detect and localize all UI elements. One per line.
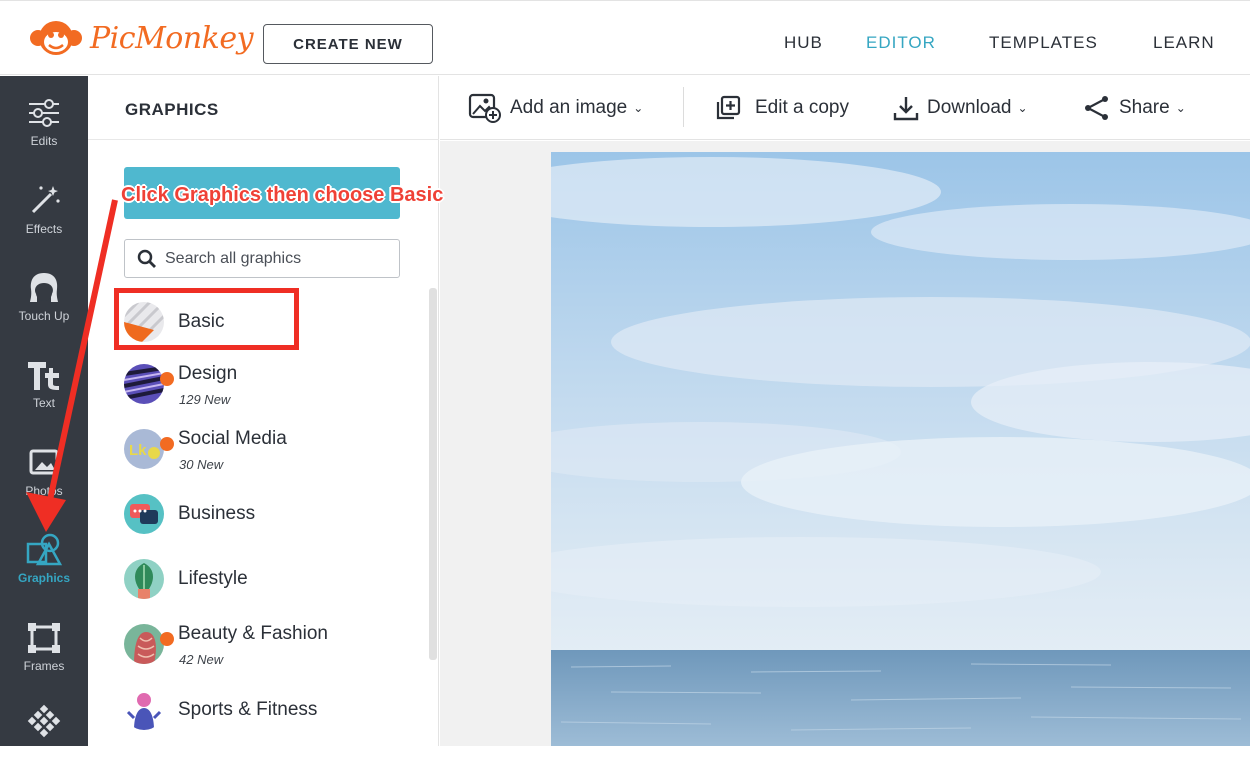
rail-item-photos[interactable]: Photos bbox=[0, 426, 88, 512]
frame-icon bbox=[27, 619, 61, 657]
nav-templates[interactable]: TEMPLATES bbox=[989, 33, 1098, 53]
rail-label: Touch Up bbox=[18, 309, 70, 323]
basic-shapes-thumbnail bbox=[124, 302, 164, 342]
category-name: Sports & Fitness bbox=[178, 699, 318, 720]
category-beauty-fashion[interactable]: Beauty & Fashion 42 New bbox=[124, 623, 414, 676]
add-image-label: Add an image bbox=[510, 97, 628, 118]
category-basic[interactable]: Basic bbox=[124, 302, 414, 354]
svg-text:Lk: Lk bbox=[129, 442, 147, 459]
text-icon bbox=[26, 356, 62, 394]
rail-item-touch-up[interactable]: Touch Up bbox=[0, 251, 88, 337]
rail-item-effects[interactable]: Effects bbox=[0, 164, 88, 250]
business-thumbnail bbox=[124, 494, 164, 534]
rail-label: Text bbox=[32, 396, 55, 410]
logo-text: PicMonkey bbox=[90, 20, 254, 56]
ocean-sky-photo[interactable] bbox=[481, 152, 1250, 746]
share-icon bbox=[1085, 96, 1108, 120]
chevron-down-icon: ⌄ bbox=[1017, 101, 1028, 115]
download-icon bbox=[893, 97, 919, 121]
download-button[interactable]: Download ⌄ bbox=[893, 93, 1028, 123]
rail-item-text[interactable]: Text bbox=[0, 338, 88, 424]
category-name: Social Media bbox=[178, 428, 287, 449]
category-social-media[interactable]: Lk Social Media 30 New bbox=[124, 428, 414, 481]
graphics-icon bbox=[25, 531, 63, 569]
category-business[interactable]: Business bbox=[124, 494, 414, 546]
nav-learn[interactable]: LEARN bbox=[1153, 33, 1215, 53]
chevron-down-icon: ⌄ bbox=[633, 101, 644, 115]
pattern-icon bbox=[27, 702, 61, 740]
beauty-fashion-thumbnail bbox=[124, 624, 164, 664]
lifestyle-thumbnail bbox=[124, 559, 164, 599]
sliders-icon bbox=[27, 94, 61, 132]
add-image-button[interactable]: Add an image ⌄ bbox=[468, 93, 643, 123]
edit-copy-label: Edit a copy bbox=[755, 97, 849, 118]
add-image-icon bbox=[468, 93, 501, 123]
graphics-panel: GRAPHICS Search all graphics Basic Desig… bbox=[88, 76, 439, 746]
edit-copy-icon bbox=[716, 95, 741, 120]
category-name: Design bbox=[178, 363, 238, 384]
search-icon bbox=[137, 249, 156, 268]
editor-toolbar: Add an image ⌄ Edit a copy Download ⌄ Sh… bbox=[440, 76, 1250, 140]
canvas-workspace bbox=[440, 141, 1250, 746]
category-name: Basic bbox=[178, 311, 225, 332]
nav-hub[interactable]: HUB bbox=[784, 33, 823, 53]
sports-fitness-thumbnail bbox=[124, 690, 164, 730]
magic-wand-icon bbox=[27, 182, 61, 220]
category-name: Business bbox=[178, 503, 256, 524]
rail-label: Frames bbox=[23, 659, 65, 673]
edit-copy-button[interactable]: Edit a copy bbox=[715, 93, 849, 123]
rail-label: Edits bbox=[30, 134, 58, 148]
category-name: Beauty & Fashion bbox=[178, 623, 328, 644]
create-new-button[interactable]: CREATE NEW bbox=[263, 24, 433, 64]
search-graphics-input[interactable]: Search all graphics bbox=[124, 239, 400, 278]
rail-label: Photos bbox=[25, 484, 63, 498]
new-indicator-dot bbox=[160, 372, 174, 386]
picmonkey-logo[interactable]: PicMonkey bbox=[28, 15, 254, 61]
panel-title: GRAPHICS bbox=[125, 100, 219, 119]
download-label: Download bbox=[927, 97, 1012, 118]
search-placeholder: Search all graphics bbox=[165, 249, 302, 267]
category-lifestyle[interactable]: Lifestyle bbox=[124, 559, 414, 611]
tool-rail: Edits Effects Touch Up Text Photos Graph… bbox=[0, 76, 88, 746]
top-bar: PicMonkey CREATE NEW HUB EDITOR TEMPLATE… bbox=[0, 0, 1250, 75]
panel-header: GRAPHICS bbox=[88, 76, 439, 140]
monkey-logo-icon bbox=[30, 21, 82, 55]
category-design[interactable]: Design 129 New bbox=[124, 363, 414, 416]
rail-item-frames[interactable]: Frames bbox=[0, 601, 88, 687]
chevron-down-icon: ⌄ bbox=[1175, 101, 1186, 115]
new-indicator-dot bbox=[160, 632, 174, 646]
rail-label: Graphics bbox=[17, 571, 71, 585]
face-icon bbox=[27, 269, 61, 307]
category-new-count: 129 New bbox=[179, 392, 231, 407]
social-media-thumbnail: Lk bbox=[124, 429, 164, 469]
rail-item-textures[interactable] bbox=[0, 684, 88, 770]
design-thumbnail bbox=[124, 364, 164, 404]
toolbar-divider bbox=[683, 87, 684, 127]
new-indicator-dot bbox=[160, 437, 174, 451]
share-button[interactable]: Share ⌄ bbox=[1083, 93, 1186, 123]
rail-item-graphics[interactable]: Graphics bbox=[0, 513, 88, 599]
nav-editor[interactable]: EDITOR bbox=[866, 33, 936, 53]
category-new-count: 30 New bbox=[179, 457, 224, 472]
category-name: Lifestyle bbox=[178, 568, 248, 589]
panel-scrollbar[interactable] bbox=[429, 288, 437, 660]
category-new-count: 42 New bbox=[179, 652, 224, 667]
rail-label: Effects bbox=[25, 222, 63, 236]
share-label: Share bbox=[1119, 97, 1170, 118]
annotation-text: Click Graphics then choose Basic bbox=[121, 184, 444, 206]
rail-item-edits[interactable]: Edits bbox=[0, 76, 88, 162]
category-sports-fitness[interactable]: Sports & Fitness bbox=[124, 690, 414, 742]
photo-icon bbox=[27, 444, 61, 482]
